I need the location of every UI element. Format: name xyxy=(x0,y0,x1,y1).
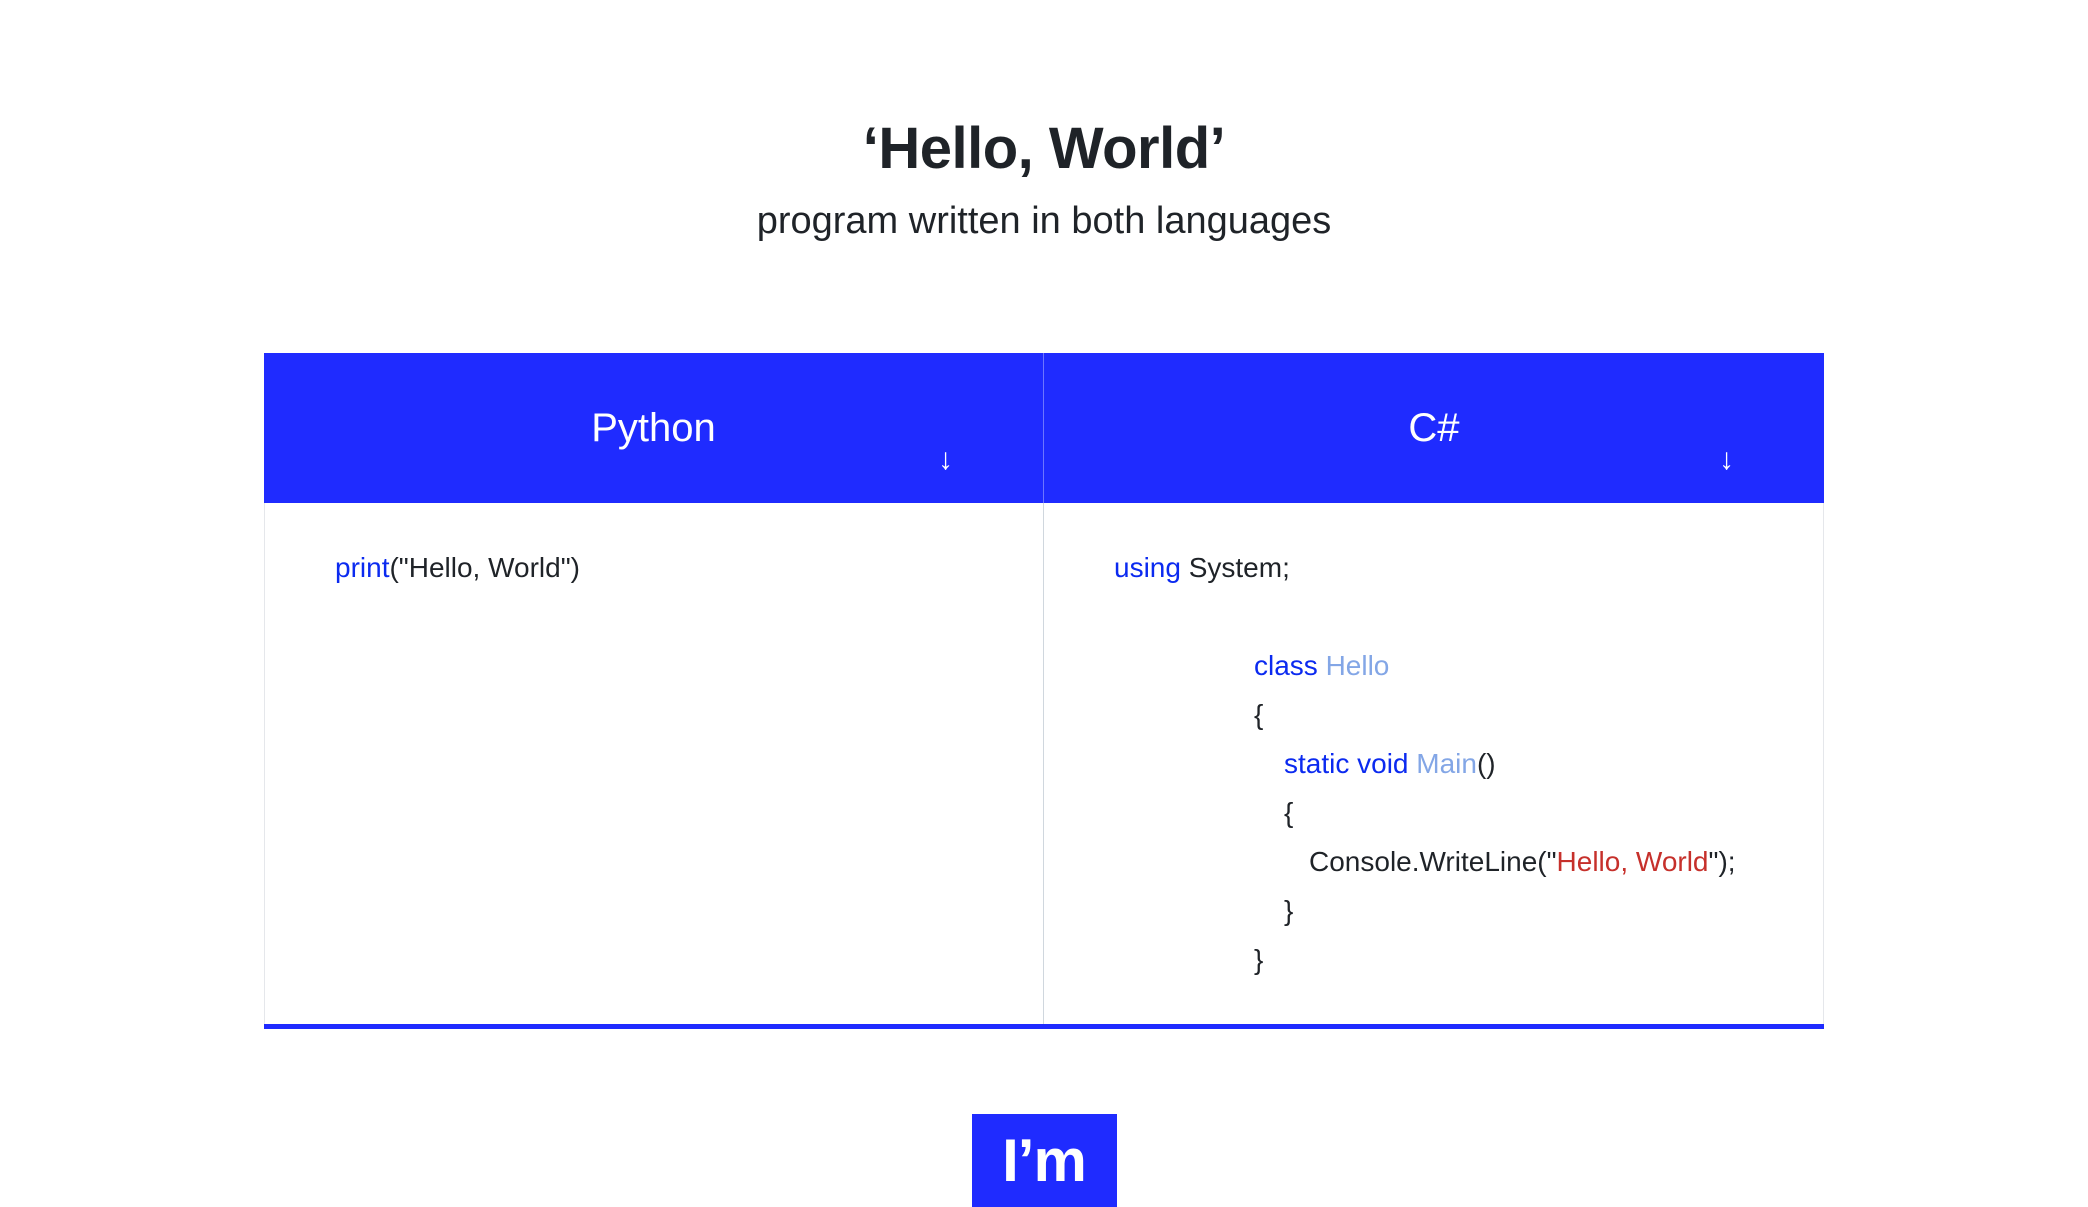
table-header-row: Python ↓ C# ↓ xyxy=(264,353,1824,503)
arrow-down-icon: ↓ xyxy=(938,445,953,475)
type-hello: Hello xyxy=(1318,650,1390,681)
code-line: { xyxy=(1114,690,1763,739)
keyword-static-void: static void xyxy=(1284,748,1409,779)
code-line: } xyxy=(1114,935,1763,984)
brand-logo-text: I’m xyxy=(1002,1126,1086,1195)
code-cell-python: print("Hello, World") xyxy=(265,503,1044,1024)
brace: } xyxy=(1284,895,1293,926)
code-text: () xyxy=(1477,748,1496,779)
keyword-class: class xyxy=(1254,650,1318,681)
brand-logo: I’m xyxy=(972,1114,1117,1207)
page-title: ‘Hello, World’ xyxy=(863,115,1226,182)
type-main: Main xyxy=(1409,748,1477,779)
page: ‘Hello, World’ program written in both l… xyxy=(0,0,2088,1207)
code-line: Console.WriteLine("Hello, World"); xyxy=(1114,837,1763,886)
column-header-python-label: Python xyxy=(591,406,716,451)
code-line: using System; xyxy=(1114,543,1763,592)
code-line xyxy=(1114,592,1763,641)
string-literal: Hello, World xyxy=(1557,846,1709,877)
table-body-row: print("Hello, World") using System; clas… xyxy=(264,503,1824,1024)
column-header-python: Python ↓ xyxy=(264,353,1044,503)
code-text: "); xyxy=(1709,846,1736,877)
brace: { xyxy=(1284,797,1293,828)
column-header-csharp-label: C# xyxy=(1408,406,1459,451)
column-header-csharp: C# ↓ xyxy=(1044,353,1824,503)
keyword-using: using xyxy=(1114,552,1181,583)
code-cell-csharp: using System; class Hello { static void … xyxy=(1044,503,1823,1024)
code-line: } xyxy=(1114,886,1763,935)
page-subtitle: program written in both languages xyxy=(757,200,1332,243)
code-text: System; xyxy=(1181,552,1290,583)
code-line: class Hello xyxy=(1114,641,1763,690)
code-line: static void Main() xyxy=(1114,739,1763,788)
code-line: print("Hello, World") xyxy=(335,543,983,592)
brace: } xyxy=(1254,944,1263,975)
arrow-down-icon: ↓ xyxy=(1719,445,1734,475)
code-text: Console.WriteLine(" xyxy=(1309,846,1557,877)
comparison-table: Python ↓ C# ↓ print("Hello, World") usin… xyxy=(264,353,1824,1029)
brace: { xyxy=(1254,699,1263,730)
code-text: ("Hello, World") xyxy=(389,552,580,583)
code-line: { xyxy=(1114,788,1763,837)
keyword-print: print xyxy=(335,552,389,583)
